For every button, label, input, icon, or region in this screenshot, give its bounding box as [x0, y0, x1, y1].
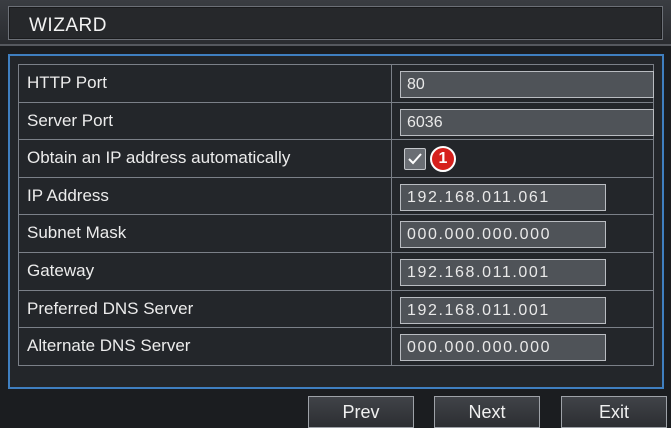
- http-port-label: HTTP Port: [19, 65, 392, 102]
- table-row: Preferred DNS Server 192.168.011.001: [18, 290, 654, 329]
- table-row: Server Port 6036: [18, 102, 654, 141]
- ip-address-field[interactable]: 192.168.011.061: [400, 183, 606, 211]
- http-port-field[interactable]: 80: [400, 71, 654, 98]
- subnet-mask-label: Subnet Mask: [19, 215, 392, 252]
- title-frame: WIZARD: [8, 6, 663, 40]
- gateway-label: Gateway: [19, 252, 392, 290]
- exit-button[interactable]: Exit: [561, 396, 667, 428]
- table-row: Gateway 192.168.011.001: [18, 252, 654, 291]
- table-row: Subnet Mask 000.000.000.000: [18, 215, 654, 253]
- dhcp-checkbox[interactable]: [404, 148, 426, 171]
- table-row: Alternate DNS Server 000.000.000.000: [18, 328, 654, 366]
- check-icon: [408, 153, 422, 165]
- next-button[interactable]: Next: [434, 396, 540, 428]
- preferred-dns-field[interactable]: 192.168.011.001: [400, 296, 606, 324]
- gateway-field[interactable]: 192.168.011.001: [400, 258, 606, 286]
- table-row: HTTP Port 80: [18, 65, 654, 103]
- table-row: Obtain an IP address automatically 1: [18, 140, 654, 178]
- settings-table: HTTP Port 80 Server Port 6036 Obtain an …: [18, 64, 654, 366]
- table-row: IP Address 192.168.011.061: [18, 177, 654, 216]
- alternate-dns-field[interactable]: 000.000.000.000: [400, 334, 606, 362]
- ip-address-label: IP Address: [19, 177, 392, 215]
- step-callout-badge: 1: [430, 146, 456, 173]
- server-port-field[interactable]: 6036: [400, 108, 654, 136]
- subnet-mask-field[interactable]: 000.000.000.000: [400, 221, 606, 249]
- dhcp-label: Obtain an IP address automatically: [19, 140, 392, 177]
- window-title: WIZARD: [29, 15, 107, 36]
- settings-panel: HTTP Port 80 Server Port 6036 Obtain an …: [8, 54, 664, 389]
- preferred-dns-label: Preferred DNS Server: [19, 290, 392, 328]
- alternate-dns-label: Alternate DNS Server: [19, 328, 392, 365]
- prev-button[interactable]: Prev: [308, 396, 414, 428]
- button-bar: Prev Next Exit: [0, 392, 671, 428]
- title-bar: WIZARD: [0, 0, 671, 46]
- server-port-label: Server Port: [19, 102, 392, 140]
